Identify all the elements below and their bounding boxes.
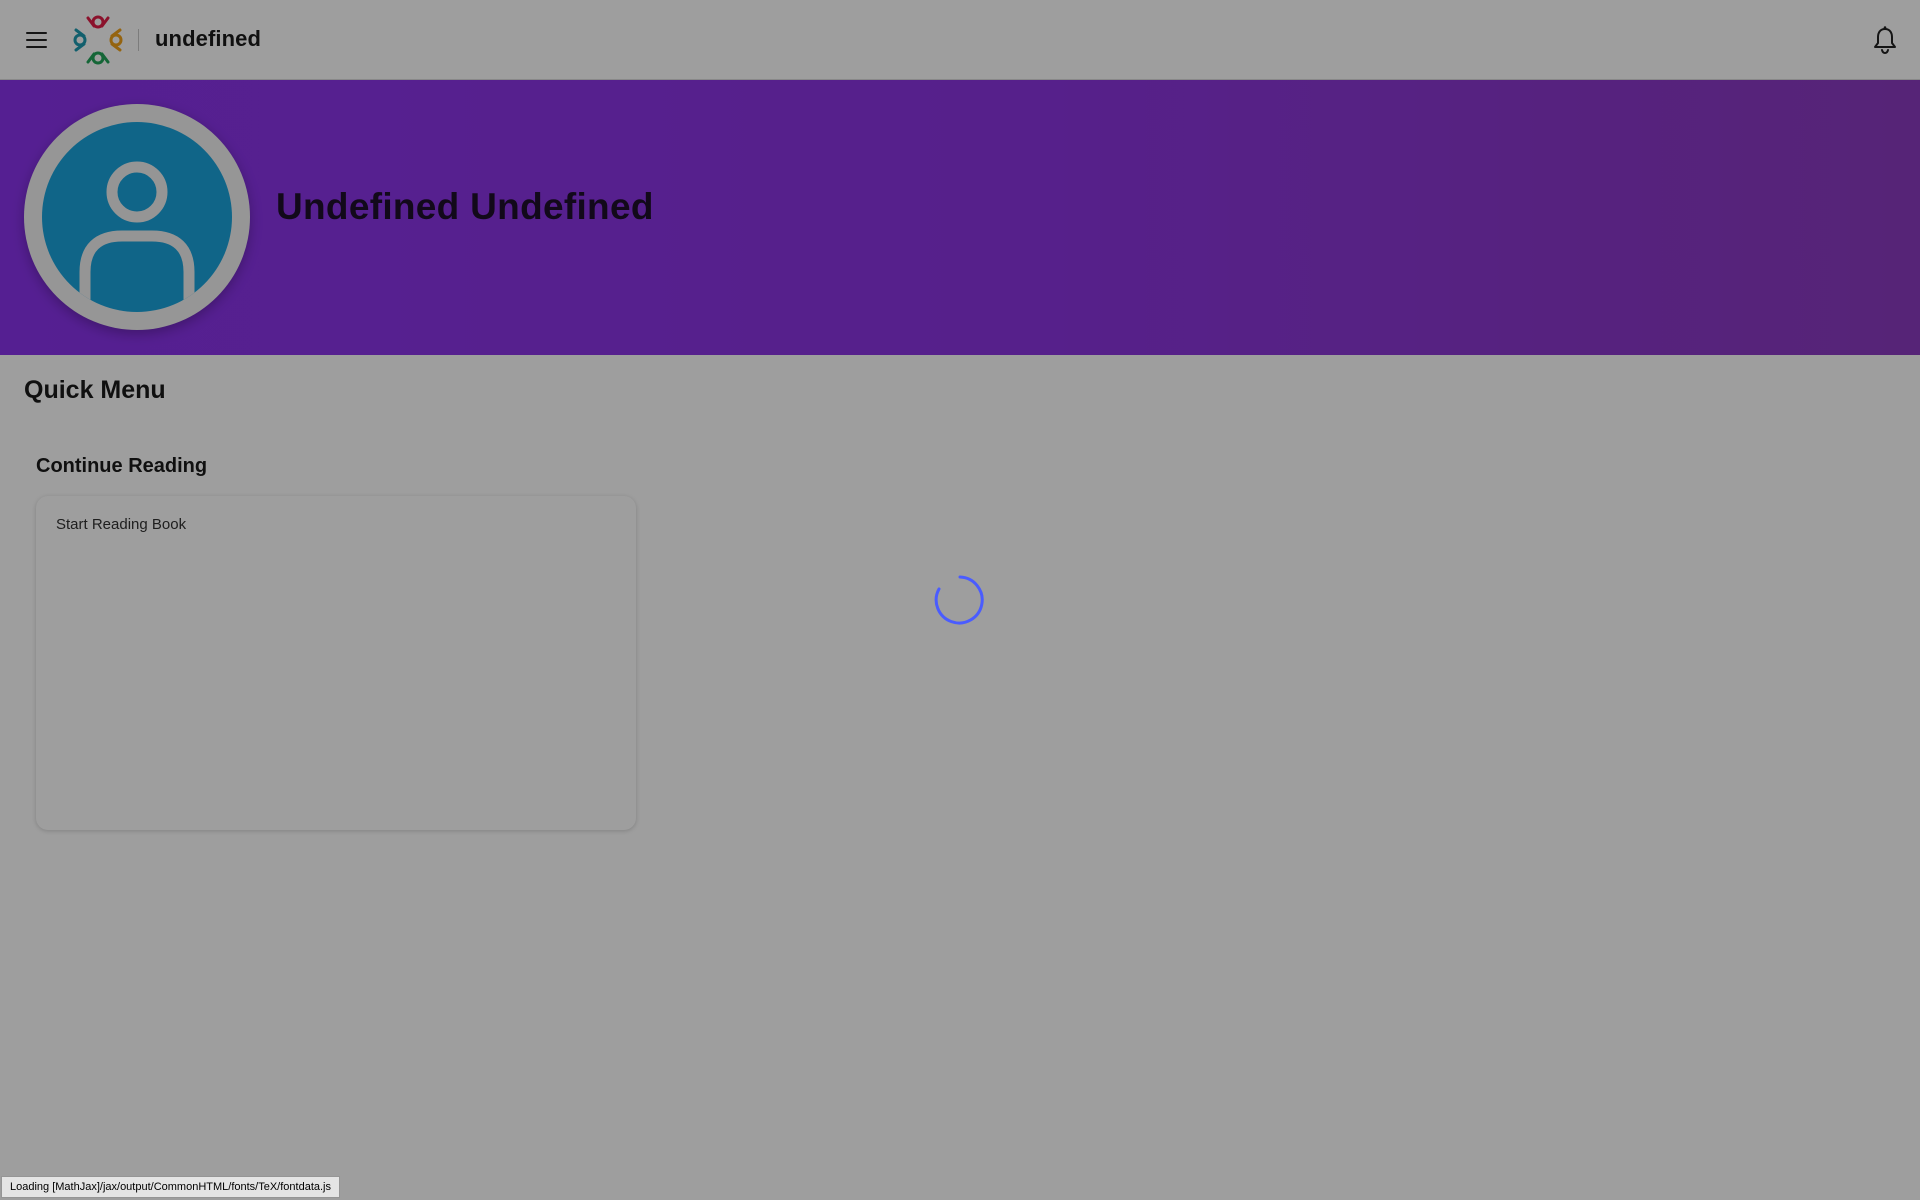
mathjax-loading-status: Loading [MathJax]/jax/output/CommonHTML/…: [1, 1176, 340, 1198]
loading-spinner-icon: [934, 575, 984, 625]
